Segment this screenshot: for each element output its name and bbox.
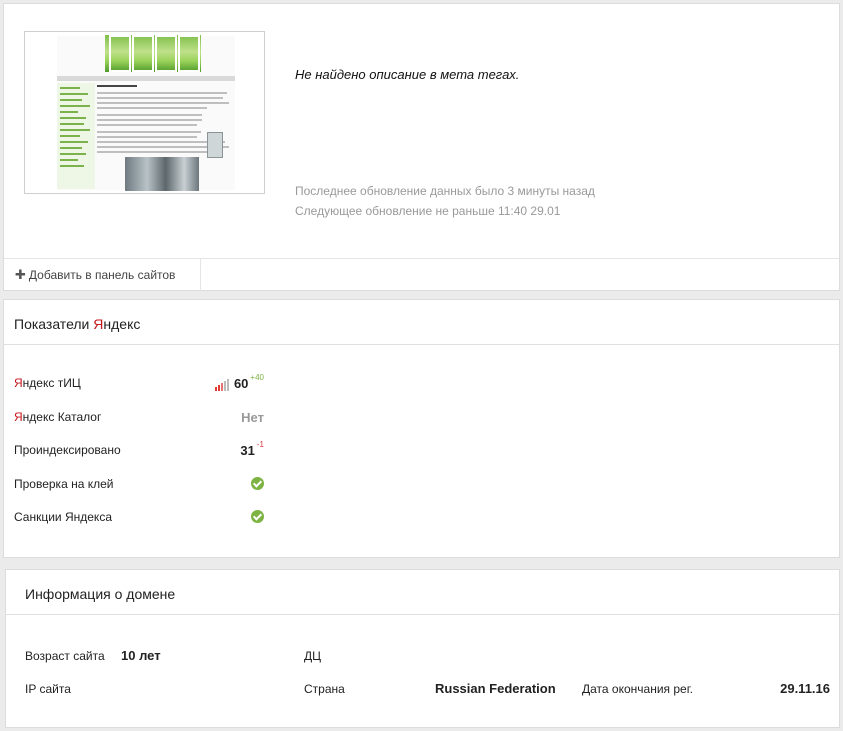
thumbnail-factory-image [125, 157, 199, 191]
age-value: 10 лет [121, 648, 161, 663]
country-value: Russian Federation [435, 681, 556, 696]
metric-label: Яндекс тИЦ [14, 376, 81, 390]
domain-info-panel: Информация о домене Возраст сайта 10 лет… [5, 569, 840, 728]
metric-row-catalog: Яндекс Каталог Нет [14, 410, 264, 428]
site-actions-bar: ✚ Добавить в панель сайтов [4, 258, 839, 291]
next-update-text: Следующее обновление не раньше 11:40 29.… [295, 204, 561, 218]
dc-label: ДЦ [304, 649, 322, 663]
panel-title: Информация о домене [25, 586, 176, 602]
add-to-panel-label: Добавить в панель сайтов [28, 268, 176, 282]
metric-delta: +40 [250, 373, 264, 382]
metric-row-tic: Яндекс тИЦ 60 +40 [14, 373, 264, 394]
site-thumbnail[interactable] [24, 31, 265, 194]
metric-value: Нет [241, 410, 264, 425]
age-label: Возраст сайта [25, 649, 105, 663]
metric-label: Санкции Яндекса [14, 510, 112, 524]
panel-title: Показатели Яндекс [14, 316, 141, 332]
last-update-text: Последнее обновление данных было 3 минут… [295, 184, 595, 198]
thumbnail-banner [105, 35, 201, 72]
metric-value: 31 -1 [240, 440, 264, 458]
metric-row-sanctions: Санкции Яндекса [14, 510, 264, 528]
ip-label: IP сайта [25, 682, 71, 696]
plus-icon: ✚ [15, 267, 26, 282]
add-to-panel-button[interactable]: ✚ Добавить в панель сайтов [4, 259, 201, 291]
signal-bars-icon [214, 376, 230, 391]
metric-row-indexed: Проиндексировано 31 -1 [14, 440, 264, 461]
metric-value [251, 477, 264, 493]
site-panel: Не найдено описание в мета тегах. Послед… [3, 3, 840, 291]
metric-label: Проверка на клей [14, 477, 114, 491]
thumbnail-profile-image [207, 132, 223, 158]
metric-value [251, 510, 264, 526]
metric-delta: -1 [256, 440, 264, 449]
thumbnail-sidebar [57, 83, 95, 189]
check-icon [251, 510, 264, 523]
metric-value: 60 +40 [214, 373, 264, 391]
country-label: Страна [304, 682, 345, 696]
yandex-metrics-panel: Показатели Яндекс Яндекс тИЦ 60 +40 Яндек… [3, 299, 840, 558]
check-icon [251, 477, 264, 490]
metric-row-glue-check: Проверка на клей [14, 477, 264, 495]
expiry-label: Дата окончания рег. [582, 682, 693, 696]
domain-panel-header: Информация о домене [6, 570, 839, 615]
site-description: Не найдено описание в мета тегах. [295, 67, 520, 82]
metric-label: Проиндексировано [14, 443, 121, 457]
expiry-value: 29.11.16 [780, 681, 830, 696]
metric-label: Яндекс Каталог [14, 410, 102, 424]
thumbnail-nav [57, 76, 235, 81]
yandex-panel-header: Показатели Яндекс [4, 300, 839, 345]
